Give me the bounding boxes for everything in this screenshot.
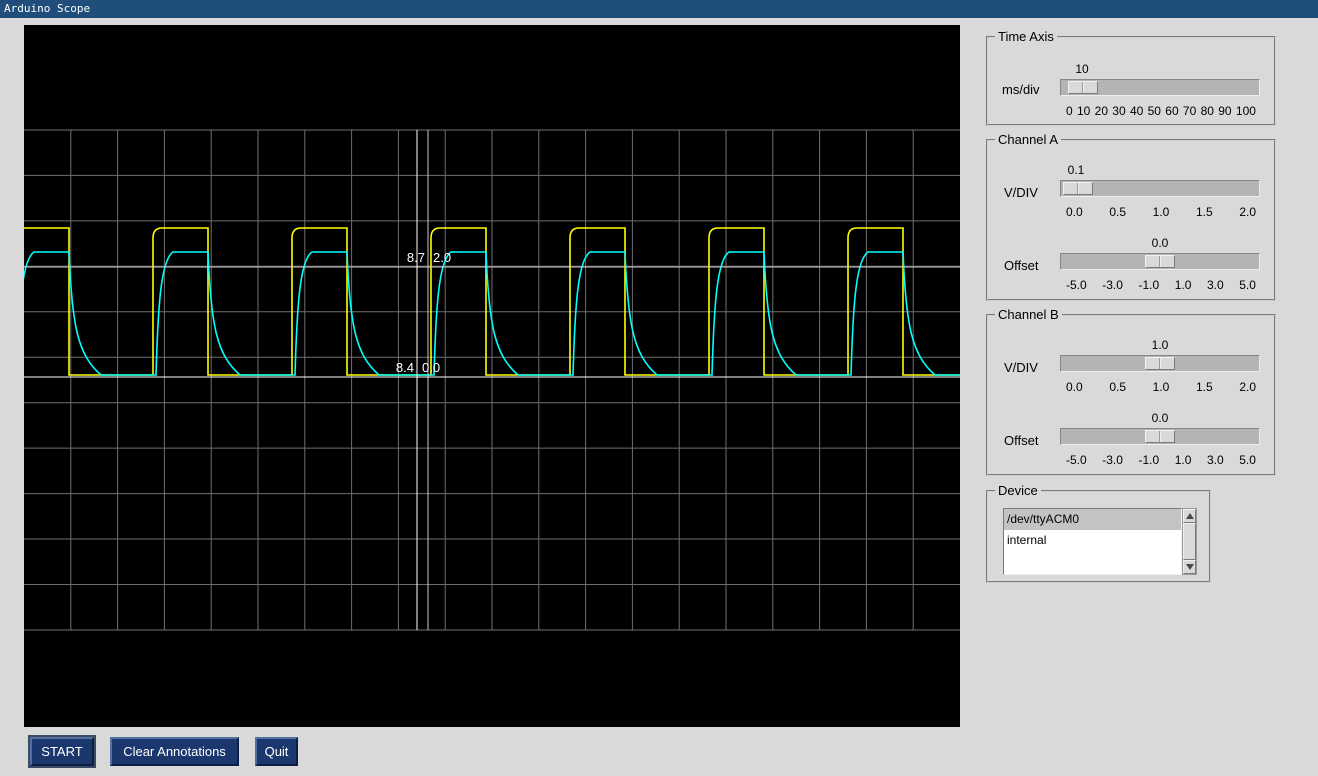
time-axis-group: Time Axis ms/div 10 01020304050607080901… — [986, 36, 1276, 126]
slider-ticks: -5.0 -3.0 -1.0 1.0 3.0 5.0 — [1066, 453, 1256, 467]
tick-label: 50 — [1148, 104, 1161, 118]
slider-trough[interactable] — [1060, 428, 1260, 445]
slider-trough[interactable] — [1060, 355, 1260, 372]
tick-label: -3.0 — [1102, 453, 1123, 467]
scope-svg: 8.7 2.0 8.4 0.0 — [24, 25, 960, 727]
channel-b-offset-slider[interactable]: 0.0 -5.0 -3.0 -1.0 1.0 3.0 5.0 — [1060, 411, 1260, 469]
start-button[interactable]: START — [30, 737, 94, 766]
slider-value: 10 — [1075, 62, 1088, 76]
channel-a-group-label: Channel A — [995, 132, 1061, 147]
channel-b-group: Channel B V/DIV 1.0 0.00.51.01.52.0 Offs… — [986, 314, 1276, 476]
slider-trough[interactable] — [1060, 180, 1260, 197]
channel-a-vdiv-label: V/DIV — [1004, 185, 1038, 200]
scrollbar-thumb[interactable] — [1183, 523, 1196, 560]
tick-label: -5.0 — [1066, 278, 1087, 292]
tick-label: 60 — [1165, 104, 1178, 118]
tick-label: -3.0 — [1102, 278, 1123, 292]
device-listbox[interactable]: /dev/ttyACM0internal — [1003, 508, 1182, 575]
scroll-up-button[interactable] — [1183, 509, 1196, 523]
tick-label: 20 — [1095, 104, 1108, 118]
tick-label: 30 — [1112, 104, 1125, 118]
channel-a-group: Channel A V/DIV 0.1 0.00.51.01.52.0 Offs… — [986, 139, 1276, 301]
quit-button[interactable]: Quit — [255, 737, 298, 766]
tick-label: 1.0 — [1175, 278, 1192, 292]
window-titlebar[interactable]: Arduino Scope — [0, 0, 1318, 18]
channel-a-vdiv-slider[interactable]: 0.1 0.0 0.5 1.0 1.5 2.0 — [1060, 163, 1260, 221]
ms-div-slider[interactable]: 10 0 10 20 30 40 50 60 70 80 90 100 — [1060, 62, 1260, 120]
arrow-down-icon — [1186, 564, 1194, 570]
slider-handle[interactable] — [1145, 255, 1175, 268]
tick-label: 1.0 — [1153, 205, 1170, 219]
channel-b-vdiv-slider[interactable]: 1.0 0.0 0.5 1.0 1.5 2.0 — [1060, 338, 1260, 396]
slider-trough[interactable] — [1060, 253, 1260, 270]
slider-value: 1.0 — [1152, 338, 1169, 352]
device-group-label: Device — [995, 483, 1041, 498]
channel-b-group-label: Channel B — [995, 307, 1062, 322]
slider-value: 0.0 — [1152, 236, 1169, 250]
tick-label: 1.5 — [1196, 205, 1213, 219]
tick-label: 70 — [1183, 104, 1196, 118]
tick-label: 0.5 — [1109, 205, 1126, 219]
slider-handle[interactable] — [1063, 182, 1093, 195]
slider-handle[interactable] — [1145, 430, 1175, 443]
tick-label: 80 — [1201, 104, 1214, 118]
slider-ticks: -5.0 -3.0 -1.0 1.0 3.0 5.0 — [1066, 278, 1256, 292]
slider-trough[interactable] — [1060, 79, 1260, 96]
slider-ticks: 0 10 20 30 40 50 60 70 80 90 100 — [1066, 104, 1256, 118]
svg-text:0.0: 0.0 — [422, 360, 440, 375]
tick-label: 3.0 — [1207, 278, 1224, 292]
arrow-up-icon — [1186, 513, 1194, 519]
slider-ticks: 0.0 0.5 1.0 1.5 2.0 — [1066, 205, 1256, 219]
tick-label: 5.0 — [1239, 278, 1256, 292]
device-group: Device /dev/ttyACM0internal — [986, 490, 1211, 583]
clear-annotations-button[interactable]: Clear Annotations — [110, 737, 239, 766]
ms-div-label: ms/div — [1002, 82, 1040, 97]
tick-label: 5.0 — [1239, 453, 1256, 467]
device-list-item[interactable]: internal — [1004, 530, 1181, 551]
tick-label: 2.0 — [1239, 380, 1256, 394]
tick-label: 0 — [1066, 104, 1073, 118]
tick-label: 0.0 — [1066, 205, 1083, 219]
tick-label: 1.5 — [1196, 380, 1213, 394]
svg-text:2.0: 2.0 — [433, 250, 451, 265]
device-scrollbar[interactable] — [1182, 508, 1197, 575]
tick-label: 0.5 — [1109, 380, 1126, 394]
tick-label: 2.0 — [1239, 205, 1256, 219]
slider-value: 0.0 — [1152, 411, 1169, 425]
tick-label: 0.0 — [1066, 380, 1083, 394]
slider-ticks: 0.0 0.5 1.0 1.5 2.0 — [1066, 380, 1256, 394]
channel-b-offset-label: Offset — [1004, 433, 1038, 448]
channel-b-vdiv-label: V/DIV — [1004, 360, 1038, 375]
window-title: Arduino Scope — [4, 2, 90, 15]
svg-text:8.4: 8.4 — [396, 360, 414, 375]
tick-label: 3.0 — [1207, 453, 1224, 467]
tick-label: -1.0 — [1139, 278, 1160, 292]
tick-label: 40 — [1130, 104, 1143, 118]
tick-label: 1.0 — [1175, 453, 1192, 467]
channel-a-offset-slider[interactable]: 0.0 -5.0 -3.0 -1.0 1.0 3.0 5.0 — [1060, 236, 1260, 294]
tick-label: 100 — [1236, 104, 1256, 118]
channel-a-offset-label: Offset — [1004, 258, 1038, 273]
tick-label: 90 — [1218, 104, 1231, 118]
tick-label: 10 — [1077, 104, 1090, 118]
svg-text:8.7: 8.7 — [407, 250, 425, 265]
scope-canvas[interactable]: 8.7 2.0 8.4 0.0 — [24, 25, 960, 727]
slider-handle[interactable] — [1145, 357, 1175, 370]
device-list-item[interactable]: /dev/ttyACM0 — [1004, 509, 1181, 530]
tick-label: -1.0 — [1139, 453, 1160, 467]
slider-value: 0.1 — [1068, 163, 1085, 177]
tick-label: -5.0 — [1066, 453, 1087, 467]
tick-label: 1.0 — [1153, 380, 1170, 394]
time-axis-group-label: Time Axis — [995, 29, 1057, 44]
scroll-down-button[interactable] — [1183, 560, 1196, 574]
slider-handle[interactable] — [1068, 81, 1098, 94]
